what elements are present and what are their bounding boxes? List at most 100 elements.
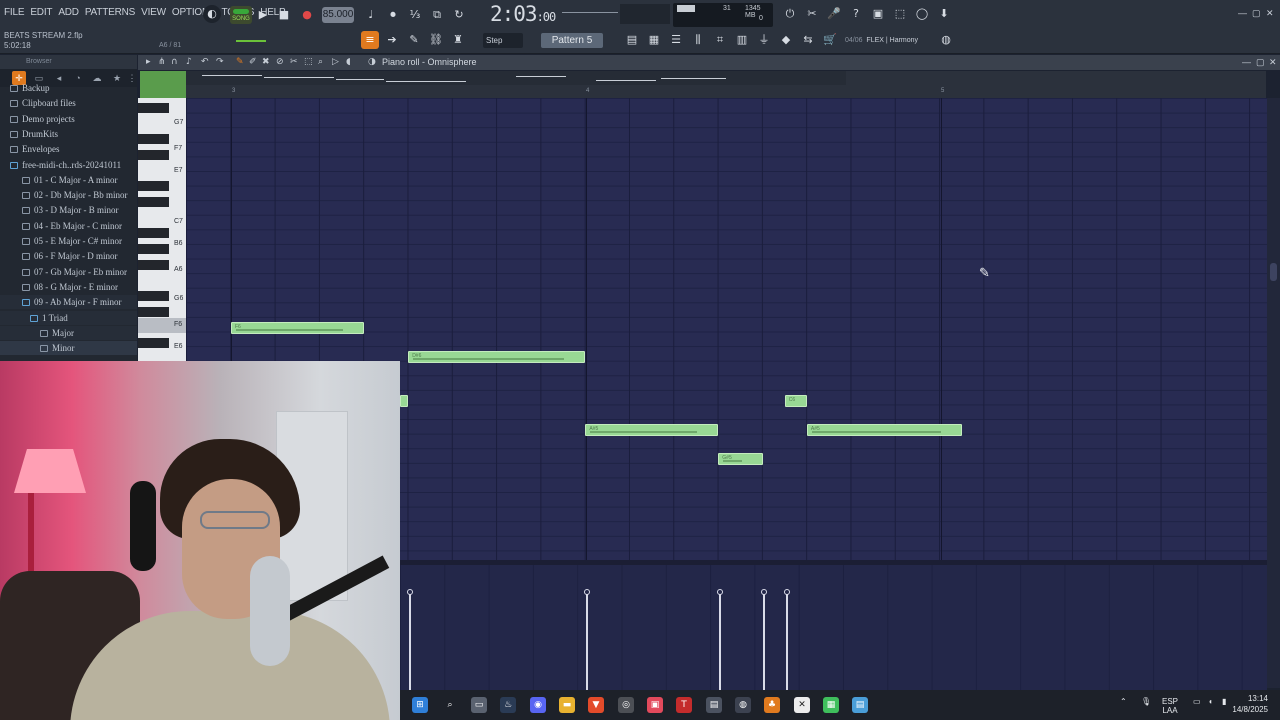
browser-item[interactable]: 04 - Eb Major - C minor [0, 219, 137, 233]
globe-icon[interactable]: ◍ [937, 31, 955, 49]
tray-overflow-icon[interactable]: ⌃ [1120, 697, 1127, 706]
browser-item[interactable]: Clipboard files [0, 96, 137, 110]
velocity-handle[interactable] [761, 589, 767, 595]
snap-icon[interactable]: ∩ [171, 57, 178, 67]
paint-tool-icon[interactable]: ✐ [249, 57, 257, 67]
obs-icon[interactable]: ◍ [735, 697, 751, 713]
language-indicator[interactable]: ESP LAA [1162, 697, 1178, 715]
browser-item[interactable]: 09 - Ab Major - F minor [0, 295, 137, 310]
maximize-icon[interactable]: ▢ [1252, 8, 1261, 19]
note-icon[interactable]: ♪ [186, 57, 192, 67]
channel-rack-icon[interactable]: ☰ [667, 31, 685, 49]
cart-icon[interactable]: 🛒 [821, 31, 839, 49]
minimize-icon[interactable]: — [1238, 8, 1247, 18]
piano-keyboard[interactable]: G7 F7 E7 C7 B6 A6 G6 F6 E6 [138, 98, 186, 362]
metronome-icon[interactable]: ♩ [362, 6, 380, 24]
browser-item[interactable]: Envelopes [0, 142, 137, 156]
speaker-icon[interactable]: ◖ [346, 57, 351, 67]
master-volume-knob[interactable]: ◐ [203, 5, 221, 23]
browser-icon[interactable]: ▥ [733, 31, 751, 49]
tempo-display[interactable]: 85.000 [322, 7, 354, 23]
velocity-handle[interactable] [584, 589, 590, 595]
browser-item[interactable]: DrumKits [0, 127, 137, 141]
black-key[interactable] [138, 181, 169, 191]
black-key[interactable] [138, 197, 169, 207]
playback-tool-icon[interactable]: ▷ [332, 57, 339, 67]
midi-note[interactable]: G#5 [718, 453, 763, 465]
download-icon[interactable]: ⬇ [935, 5, 953, 23]
arrow-icon[interactable]: ➔ [383, 31, 401, 49]
master-volume-slider[interactable] [236, 40, 266, 42]
browser-item[interactable]: 08 - G Major - E minor [0, 280, 137, 294]
black-key[interactable] [138, 228, 169, 238]
slice-tool-icon[interactable]: ✂ [290, 57, 298, 67]
start-icon[interactable]: ⊞ [412, 697, 428, 713]
fl-studio-icon[interactable]: ♣ [764, 697, 780, 713]
piano-roll-close-icon[interactable]: ✕ [1269, 57, 1277, 68]
step-edit-icon[interactable]: ⧉ [428, 6, 446, 24]
countdown-icon[interactable]: ⅓ [406, 6, 424, 24]
midi-note-partial[interactable] [400, 395, 408, 407]
pattern-song-toggle[interactable]: SONG [230, 6, 252, 24]
velocity-editor[interactable] [400, 565, 1267, 690]
velocity-stem[interactable] [719, 594, 721, 690]
volume-icon[interactable]: ◖ [1208, 697, 1213, 706]
browser-item[interactable]: Major [0, 325, 137, 340]
velocity-handle[interactable] [407, 589, 413, 595]
piano-roll-icon[interactable]: ≡ [361, 31, 379, 49]
tf-app-icon[interactable]: T [676, 697, 692, 713]
mute-tool-icon[interactable]: ⊘ [276, 57, 284, 67]
velocity-stem[interactable] [409, 594, 411, 690]
velocity-stem[interactable] [786, 594, 788, 690]
browser-item[interactable]: 06 - F Major - D minor [0, 249, 137, 263]
piano-roll-minimize-icon[interactable]: — [1242, 57, 1251, 67]
black-key[interactable] [138, 150, 169, 160]
menu-file[interactable]: FILE [4, 7, 25, 18]
link-icon[interactable]: ⛓ [427, 31, 445, 49]
browser-item[interactable]: Backup [0, 81, 137, 95]
black-key[interactable] [138, 244, 169, 254]
tool-undo-icon[interactable]: ↶ [201, 57, 209, 67]
velocity-stem[interactable] [586, 594, 588, 690]
stamp-icon[interactable]: ♜ [449, 31, 467, 49]
midi-note[interactable]: F6 [231, 322, 364, 334]
snap-selector[interactable]: Step [483, 33, 523, 48]
reset-icon[interactable]: ⏻ [781, 5, 799, 23]
app-gray-icon[interactable]: ▤ [706, 697, 722, 713]
undo-history-icon[interactable]: ⇆ [799, 31, 817, 49]
delete-tool-icon[interactable]: ✖ [262, 57, 270, 67]
browser-item[interactable]: free-midi-ch..rds-20241011 [0, 158, 137, 172]
chrome-icon[interactable]: ◎ [618, 697, 634, 713]
plugin-database-icon[interactable]: ⌗ [711, 31, 729, 49]
pattern-selector[interactable]: Pattern 5 [541, 33, 603, 48]
play-icon[interactable]: ▶ [254, 6, 272, 24]
playlist-icon[interactable]: ▤ [623, 31, 641, 49]
display-icon[interactable]: ▭ [1193, 697, 1201, 706]
zoom-tool-icon[interactable]: ⌕ [318, 57, 323, 67]
file-explorer-icon[interactable]: ▬ [559, 697, 575, 713]
plug-icon[interactable]: ⏚ [755, 31, 773, 49]
help-icon[interactable]: ? [847, 5, 865, 23]
record-icon[interactable]: ● [298, 6, 316, 24]
loop-record-icon[interactable]: ↻ [450, 6, 468, 24]
black-key[interactable] [138, 291, 169, 301]
select-tool-icon[interactable]: ⬚ [304, 57, 313, 67]
menu-view[interactable]: VIEW [141, 7, 166, 18]
tempo-tap-icon[interactable]: ◆ [777, 31, 795, 49]
vertical-scrollbar[interactable] [1267, 98, 1280, 688]
tray-mic-icon[interactable]: 🎙 [1141, 697, 1151, 706]
menu-arrow-icon[interactable]: ▸ [146, 57, 151, 67]
close-icon[interactable]: ✕ [1266, 8, 1274, 19]
black-key[interactable] [138, 338, 169, 348]
black-key[interactable] [138, 134, 169, 144]
midi-note[interactable]: D#6 [408, 351, 586, 363]
browser-item[interactable]: 03 - D Major - B minor [0, 203, 137, 217]
chat-icon[interactable]: ◯ [913, 5, 931, 23]
black-key[interactable] [138, 260, 169, 270]
wait-for-input-icon[interactable]: ⏺ [384, 6, 402, 24]
piano-roll-maximize-icon[interactable]: ▢ [1256, 57, 1265, 68]
taskbar-clock[interactable]: 13:14 14/8/2025 [1226, 693, 1268, 715]
midi-note[interactable]: A#5 [585, 424, 719, 436]
midi-note[interactable]: A#5 [806, 424, 962, 436]
app-green-icon[interactable]: ▦ [823, 697, 839, 713]
